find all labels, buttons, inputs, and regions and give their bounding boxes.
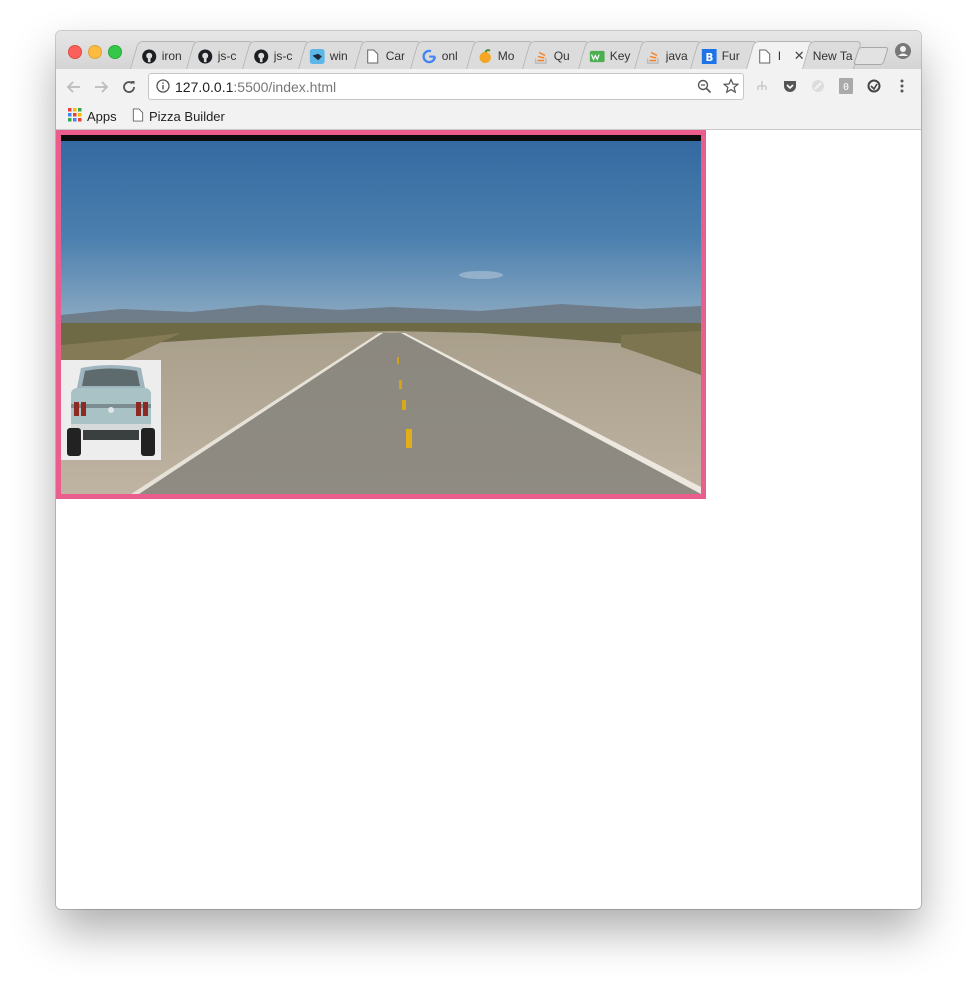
binary-extension-icon[interactable]: 0 bbox=[838, 78, 854, 94]
address-bar[interactable]: 127.0.0.1:5500/index.html bbox=[148, 73, 744, 100]
bookmark-apps[interactable]: Apps bbox=[68, 108, 117, 125]
tab-title: iron bbox=[161, 49, 182, 63]
page-icon bbox=[365, 48, 381, 64]
tab-title: win bbox=[329, 49, 348, 63]
url-text: 127.0.0.1:5500/index.html bbox=[175, 79, 336, 95]
browser-toolbar: 127.0.0.1:5500/index.html 0 bbox=[56, 69, 921, 105]
google-icon bbox=[421, 48, 437, 64]
sync-extension-icon[interactable] bbox=[866, 78, 882, 94]
tab-title: New Ta bbox=[812, 49, 853, 63]
b-icon: B bbox=[701, 48, 717, 64]
back-arrow-icon[interactable] bbox=[64, 77, 84, 97]
fruit-icon bbox=[477, 48, 493, 64]
bookmark-label: Apps bbox=[87, 109, 117, 124]
url-host: 127.0.0.1 bbox=[175, 79, 234, 95]
page-icon bbox=[132, 108, 144, 125]
github-icon bbox=[141, 48, 157, 64]
new-tab-button[interactable] bbox=[853, 47, 889, 65]
stackoverflow-icon bbox=[645, 48, 661, 64]
tab-title: java bbox=[665, 49, 688, 63]
stackoverflow-icon bbox=[533, 48, 549, 64]
pocket-icon[interactable] bbox=[782, 78, 798, 94]
menu-icon[interactable] bbox=[894, 78, 910, 94]
github-icon bbox=[197, 48, 213, 64]
w3-icon bbox=[589, 48, 605, 64]
reload-icon[interactable] bbox=[119, 77, 139, 97]
tab-title: onl bbox=[441, 49, 458, 63]
svg-text:0: 0 bbox=[843, 82, 849, 93]
bookmark-pizza-builder[interactable]: Pizza Builder bbox=[132, 108, 225, 125]
tab-title: js-c bbox=[273, 49, 293, 63]
tab-title: Mo bbox=[497, 49, 515, 63]
tab-13[interactable]: New Ta bbox=[801, 41, 863, 69]
tab-title: Key bbox=[609, 49, 631, 63]
game-board bbox=[56, 130, 706, 499]
close-window-button[interactable] bbox=[68, 45, 82, 59]
page-viewport bbox=[56, 130, 921, 909]
bird-icon bbox=[309, 48, 325, 64]
url-path: :5500/index.html bbox=[233, 79, 337, 95]
bookmark-label: Pizza Builder bbox=[149, 109, 225, 124]
car-rear-image bbox=[61, 360, 161, 460]
tab-title: I bbox=[777, 49, 782, 63]
github-icon bbox=[253, 48, 269, 64]
extension-tree-icon[interactable] bbox=[754, 78, 770, 94]
maximize-window-button[interactable] bbox=[108, 45, 122, 59]
leaf-extension-icon[interactable] bbox=[810, 78, 826, 94]
profile-icon[interactable] bbox=[895, 43, 911, 59]
apps-grid-icon bbox=[68, 108, 82, 125]
minimize-window-button[interactable] bbox=[88, 45, 102, 59]
page-icon bbox=[757, 48, 773, 64]
tab-title: Qu bbox=[553, 49, 570, 63]
bookmarks-bar: Apps Pizza Builder bbox=[56, 105, 921, 130]
forward-arrow-icon[interactable] bbox=[91, 77, 111, 97]
tab-title: js-c bbox=[217, 49, 237, 63]
info-icon[interactable] bbox=[156, 79, 170, 98]
tab-strip: iron js-c js-c win Car onl Mo Qu Key jav… bbox=[56, 31, 921, 69]
svg-text:B: B bbox=[705, 52, 713, 64]
zoom-icon[interactable] bbox=[697, 79, 712, 99]
tab-title: Car bbox=[385, 49, 406, 63]
bookmark-star-icon[interactable] bbox=[722, 78, 740, 99]
browser-window: iron js-c js-c win Car onl Mo Qu Key jav… bbox=[56, 31, 921, 909]
tab-title: Fur bbox=[721, 49, 740, 63]
